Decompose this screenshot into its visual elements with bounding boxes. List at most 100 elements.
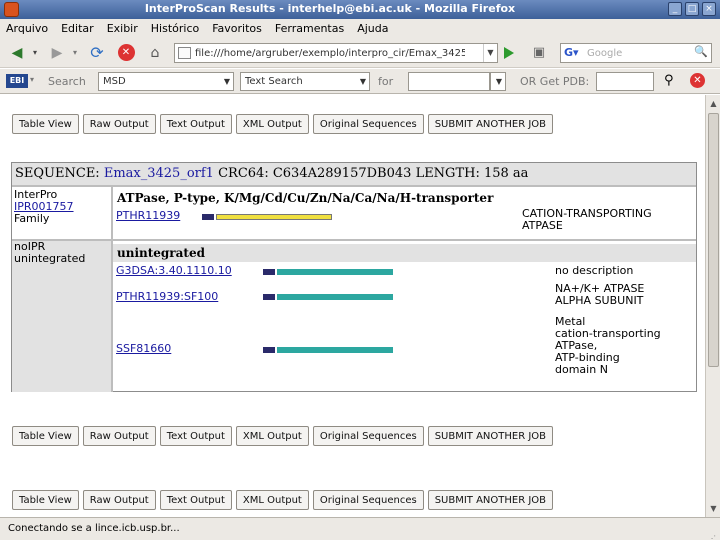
- status-bar: Conectando se a lince.icb.usp.br... ⋰: [0, 517, 720, 540]
- text-output-button[interactable]: Text Output: [159, 114, 232, 134]
- entry-type-label: Family: [14, 212, 50, 225]
- database-select-value: MSD: [103, 76, 126, 87]
- menu-arquivo[interactable]: Arquivo: [6, 22, 48, 35]
- button-row-middle: Table View Raw Output Text Output XML Ou…: [12, 426, 554, 446]
- raw-output-button[interactable]: Raw Output: [82, 114, 156, 134]
- google-icon[interactable]: G▾: [564, 46, 579, 59]
- menu-favoritos[interactable]: Favoritos: [212, 22, 262, 35]
- xml-output-button[interactable]: XML Output: [235, 490, 309, 510]
- menu-exibir[interactable]: Exibir: [107, 22, 138, 35]
- button-row-bottom: Table View Raw Output Text Output XML Ou…: [12, 490, 554, 510]
- vertical-scrollbar[interactable]: ▲ ▼: [705, 95, 720, 517]
- search-type-select[interactable]: Text Search ▼: [240, 72, 370, 91]
- hit-description-line: no description: [555, 264, 634, 277]
- submit-another-job-button[interactable]: SUBMIT ANOTHER JOB: [427, 426, 554, 446]
- hit-description-line: domain N: [555, 363, 608, 376]
- match-line: [277, 294, 393, 300]
- hit-link-ssf81660[interactable]: SSF81660: [116, 342, 171, 355]
- scroll-up-icon[interactable]: ▲: [708, 98, 719, 109]
- page-favicon: [178, 47, 191, 59]
- window-titlebar: InterProScan Results - interhelp@ebi.ac.…: [0, 0, 720, 19]
- chevron-down-icon: ▼: [223, 77, 230, 86]
- results-table: SEQUENCE: Emax_3425_orf1 CRC64: C634A289…: [11, 162, 697, 392]
- close-icon[interactable]: ✕: [690, 73, 705, 88]
- search-icon[interactable]: 🔍: [694, 45, 708, 58]
- crc-value: C634A289157DB043: [272, 166, 412, 181]
- menu-ajuda[interactable]: Ajuda: [357, 22, 388, 35]
- back-history-dropdown[interactable]: ▾: [30, 43, 40, 63]
- xml-output-button[interactable]: XML Output: [235, 426, 309, 446]
- back-arrow-icon[interactable]: ◀: [6, 43, 28, 63]
- entry-title: ATPase, P-type, K/Mg/Cd/Cu/Zn/Na/Ca/Na/H…: [117, 191, 494, 205]
- pdb-input[interactable]: [596, 72, 654, 91]
- query-input[interactable]: [408, 72, 490, 91]
- bookmark-page-icon[interactable]: ▣: [528, 43, 550, 63]
- scrollbar-thumb[interactable]: [708, 113, 719, 367]
- sequence-name: Emax_3425_orf1: [103, 166, 214, 181]
- raw-output-button[interactable]: Raw Output: [82, 490, 156, 510]
- home-icon[interactable]: ⌂: [144, 43, 166, 63]
- search-type-value: Text Search: [245, 76, 303, 87]
- original-sequences-button[interactable]: Original Sequences: [312, 426, 424, 446]
- sequence-label: SEQUENCE:: [15, 166, 100, 181]
- submit-another-job-button[interactable]: SUBMIT ANOTHER JOB: [427, 114, 554, 134]
- hit-link-pthr11939[interactable]: PTHR11939: [116, 209, 180, 222]
- go-icon[interactable]: [504, 47, 514, 59]
- menu-historico[interactable]: Histórico: [151, 22, 199, 35]
- ebi-logo-icon[interactable]: EBI: [6, 74, 28, 88]
- hit-description: CATION-TRANSPORTING ATPASE: [522, 208, 652, 232]
- reload-icon[interactable]: ⟳: [86, 43, 108, 63]
- hit-link-pthr11939-sf100[interactable]: PTHR11939:SF100: [116, 290, 218, 303]
- divider: [12, 185, 696, 187]
- hit-link-g3dsa[interactable]: G3DSA:3.40.1110.10: [116, 264, 232, 277]
- ebi-logo-dropdown[interactable]: ▾: [30, 75, 34, 84]
- minimize-button[interactable]: _: [668, 2, 682, 16]
- hit-description: NA+/K+ ATPASE ALPHA SUBUNIT: [555, 283, 644, 307]
- forward-arrow-icon[interactable]: ▶: [46, 43, 68, 63]
- menu-editar[interactable]: Editar: [61, 22, 94, 35]
- stop-icon[interactable]: ✕: [116, 43, 136, 63]
- url-dropdown[interactable]: ▼: [483, 44, 497, 62]
- maximize-button[interactable]: □: [685, 2, 699, 16]
- magic-wand-icon[interactable]: ⚲: [664, 73, 674, 88]
- sequence-header: SEQUENCE: Emax_3425_orf1 CRC64: C634A289…: [12, 163, 696, 185]
- interpro-toolbar: EBI ▾ Search MSD ▼ Text Search ▼ for ▼ O…: [0, 69, 720, 94]
- url-bar[interactable]: ▼: [174, 43, 498, 63]
- database-select[interactable]: MSD ▼: [98, 72, 234, 91]
- close-window-button[interactable]: ×: [702, 2, 716, 16]
- web-search-input[interactable]: [587, 45, 683, 61]
- entry-db-cell: InterPro IPR001757 Family: [12, 189, 111, 241]
- entry-db-sublabel: unintegrated: [14, 252, 86, 265]
- raw-output-button[interactable]: Raw Output: [82, 426, 156, 446]
- match-line: [216, 214, 332, 220]
- length-label: LENGTH:: [415, 166, 480, 181]
- table-view-button[interactable]: Table View: [12, 426, 79, 446]
- forward-history-dropdown[interactable]: ▾: [70, 43, 80, 63]
- text-output-button[interactable]: Text Output: [159, 426, 232, 446]
- hit-description-line: ATPASE: [522, 219, 563, 232]
- submit-another-job-button[interactable]: SUBMIT ANOTHER JOB: [427, 490, 554, 510]
- resize-grip-icon[interactable]: ⋰: [708, 528, 718, 540]
- chevron-down-icon: ▼: [495, 77, 502, 86]
- original-sequences-button[interactable]: Original Sequences: [312, 490, 424, 510]
- table-view-button[interactable]: Table View: [12, 490, 79, 510]
- web-search-box[interactable]: G▾ 🔍: [560, 43, 712, 63]
- column-divider: [111, 187, 113, 392]
- xml-output-button[interactable]: XML Output: [235, 114, 309, 134]
- scroll-down-icon[interactable]: ▼: [708, 503, 719, 514]
- text-output-button[interactable]: Text Output: [159, 490, 232, 510]
- original-sequences-button[interactable]: Original Sequences: [312, 114, 424, 134]
- match-block: [263, 294, 275, 300]
- match-bar: [263, 269, 393, 275]
- match-block: [263, 347, 275, 353]
- pdb-label: OR Get PDB:: [520, 75, 590, 88]
- match-block: [202, 214, 214, 220]
- page-content: Table View Raw Output Text Output XML Ou…: [0, 95, 705, 517]
- entry-db-cell: noIPR unintegrated: [12, 241, 111, 392]
- table-view-button[interactable]: Table View: [12, 114, 79, 134]
- hit-description: Metal cation-transporting ATPase, ATP-bi…: [555, 316, 661, 376]
- window-controls: _ □ ×: [668, 2, 716, 16]
- query-dropdown[interactable]: ▼: [490, 72, 506, 91]
- menu-ferramentas[interactable]: Ferramentas: [275, 22, 344, 35]
- url-input[interactable]: [195, 45, 465, 61]
